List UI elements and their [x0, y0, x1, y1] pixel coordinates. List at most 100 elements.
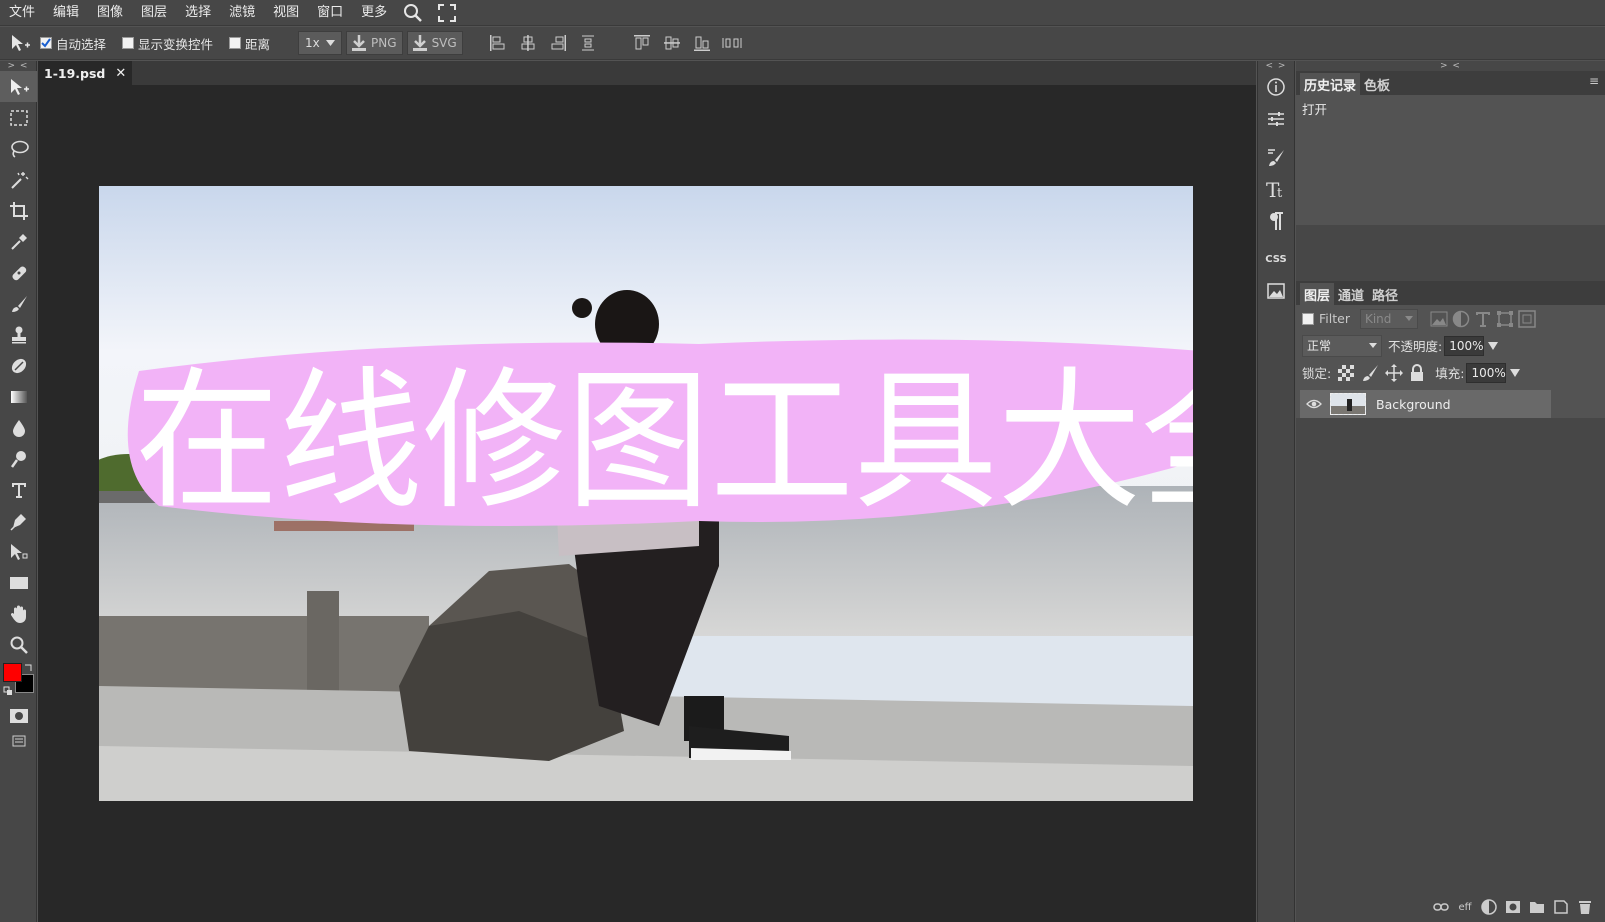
character-icon[interactable]: Tt	[1258, 173, 1294, 205]
menu-more[interactable]: 更多	[352, 0, 396, 26]
document-tab[interactable]: 1-19.psd ✕	[38, 61, 133, 85]
gradient-tool-icon[interactable]	[0, 381, 37, 412]
toolbar-collapse-handle[interactable]: > <	[0, 61, 36, 71]
hand-tool-icon[interactable]	[0, 598, 37, 629]
blend-mode-select[interactable]: 正常	[1302, 334, 1382, 357]
opacity-dropdown-icon[interactable]	[1488, 341, 1499, 350]
tab-layers[interactable]: 图层	[1300, 283, 1335, 305]
canvas-image[interactable]: 在线修图工具大全	[99, 186, 1193, 801]
filter-smart-object-icon[interactable]	[1518, 309, 1536, 328]
clone-stamp-tool-icon[interactable]	[0, 319, 37, 350]
blur-tool-icon[interactable]	[0, 412, 37, 443]
filter-adjustment-icon[interactable]	[1452, 310, 1470, 328]
lock-transparency-icon[interactable]	[1337, 364, 1355, 382]
type-tool-icon[interactable]	[0, 474, 37, 505]
tab-swatches[interactable]: 色板	[1360, 73, 1394, 95]
panel-menu-icon[interactable]: ≡	[1589, 74, 1599, 88]
menu-filter[interactable]: 滤镜	[220, 0, 264, 26]
align-left-icon[interactable]	[483, 30, 513, 56]
crop-tool-icon[interactable]	[0, 195, 37, 226]
brush-settings-icon[interactable]	[1258, 141, 1294, 173]
adjustment-layer-icon[interactable]	[1477, 897, 1501, 917]
menu-window[interactable]: 窗口	[308, 0, 352, 26]
export-svg-button[interactable]: SVG	[406, 31, 463, 55]
menu-file[interactable]: 文件	[0, 0, 44, 26]
align-right-icon[interactable]	[543, 30, 573, 56]
scale-select[interactable]: 1x	[298, 31, 343, 55]
filter-shape-icon[interactable]	[1496, 310, 1514, 328]
right-collapse-handle[interactable]: > <	[1296, 61, 1605, 71]
distribute-v-icon[interactable]	[717, 30, 747, 56]
css-icon[interactable]: CSS	[1258, 243, 1294, 275]
zoom-tool-icon[interactable]	[0, 629, 37, 660]
fill-dropdown-icon[interactable]	[1510, 368, 1521, 377]
quick-mask-icon[interactable]	[0, 700, 37, 731]
filter-checkbox[interactable]	[1302, 312, 1314, 325]
path-select-tool-icon[interactable]	[0, 536, 37, 567]
magic-wand-tool-icon[interactable]	[0, 164, 37, 195]
search-icon[interactable]	[396, 0, 430, 26]
eye-icon[interactable]	[1306, 398, 1322, 410]
eyedropper-tool-icon[interactable]	[0, 226, 37, 257]
export-png-button[interactable]: PNG	[346, 31, 403, 55]
menu-layer[interactable]: 图层	[132, 0, 176, 26]
menu-edit[interactable]: 编辑	[44, 0, 88, 26]
paragraph-icon[interactable]	[1258, 205, 1294, 237]
delete-layer-icon[interactable]	[1573, 897, 1597, 917]
align-bottom-icon[interactable]	[687, 30, 717, 56]
fullscreen-icon[interactable]	[430, 0, 464, 26]
tab-paths[interactable]: 路径	[1368, 283, 1402, 305]
history-item[interactable]: 打开	[1302, 99, 1599, 118]
close-icon[interactable]: ✕	[115, 66, 126, 81]
align-center-h-icon[interactable]	[513, 30, 543, 56]
lock-pixels-icon[interactable]	[1361, 364, 1379, 382]
fill-input[interactable]: 100%	[1466, 362, 1507, 383]
lasso-tool-icon[interactable]	[0, 133, 37, 164]
checkbox-checked[interactable]	[40, 37, 52, 49]
rectangle-tool-icon[interactable]	[0, 567, 37, 598]
layer-effects-icon[interactable]: eff	[1453, 897, 1477, 917]
info-icon[interactable]	[1258, 71, 1294, 103]
align-top-icon[interactable]	[627, 30, 657, 56]
new-group-icon[interactable]	[1525, 897, 1549, 917]
dodge-tool-icon[interactable]	[0, 443, 37, 474]
opacity-input[interactable]: 100%	[1444, 335, 1485, 356]
eraser-tool-icon[interactable]	[0, 350, 37, 381]
show-transform-checkbox[interactable]: 显示变换控件	[122, 34, 213, 53]
align-middle-v-icon[interactable]	[657, 30, 687, 56]
layer-row-background[interactable]: Background	[1300, 390, 1551, 418]
kind-select[interactable]: Kind	[1359, 308, 1418, 329]
distance-label: 距离	[245, 36, 271, 52]
filter-type-icon[interactable]	[1474, 310, 1492, 328]
tab-channels[interactable]: 通道	[1334, 283, 1368, 305]
lock-all-icon[interactable]	[1409, 363, 1425, 382]
auto-select-checkbox[interactable]: 自动选择	[40, 34, 106, 53]
move-tool-icon[interactable]	[0, 71, 37, 102]
default-colors-icon[interactable]	[3, 686, 13, 696]
foreground-color-swatch[interactable]	[3, 663, 22, 682]
filter-pixel-icon[interactable]	[1430, 311, 1448, 327]
menu-image[interactable]: 图像	[88, 0, 132, 26]
link-layers-icon[interactable]	[1429, 897, 1453, 917]
lock-position-icon[interactable]	[1385, 363, 1404, 382]
distance-checkbox[interactable]: 距离	[229, 34, 270, 53]
new-layer-icon[interactable]	[1549, 897, 1573, 917]
healing-brush-tool-icon[interactable]	[0, 257, 37, 288]
menu-view[interactable]: 视图	[264, 0, 308, 26]
swap-colors-icon[interactable]	[24, 662, 34, 672]
photo-scene: 在线修图工具大全	[99, 186, 1193, 801]
marquee-tool-icon[interactable]	[0, 102, 37, 133]
midcol-collapse-handle[interactable]: < >	[1258, 61, 1294, 71]
checkbox-unchecked[interactable]	[229, 37, 242, 49]
adjustments-icon[interactable]	[1258, 103, 1294, 135]
layer-mask-icon[interactable]	[1501, 897, 1525, 917]
tab-history[interactable]: 历史记录	[1300, 73, 1361, 95]
pen-tool-icon[interactable]	[0, 505, 37, 536]
layers-panel: Filter Kind 正常 不透明度: 100% 锁定: 填充: 100% B…	[1296, 305, 1605, 418]
screen-mode-icon[interactable]	[0, 731, 37, 751]
distribute-h-icon[interactable]	[573, 30, 603, 56]
menu-select[interactable]: 选择	[176, 0, 220, 26]
checkbox-unchecked[interactable]	[122, 37, 135, 49]
image-icon[interactable]	[1258, 275, 1294, 307]
brush-tool-icon[interactable]	[0, 288, 37, 319]
